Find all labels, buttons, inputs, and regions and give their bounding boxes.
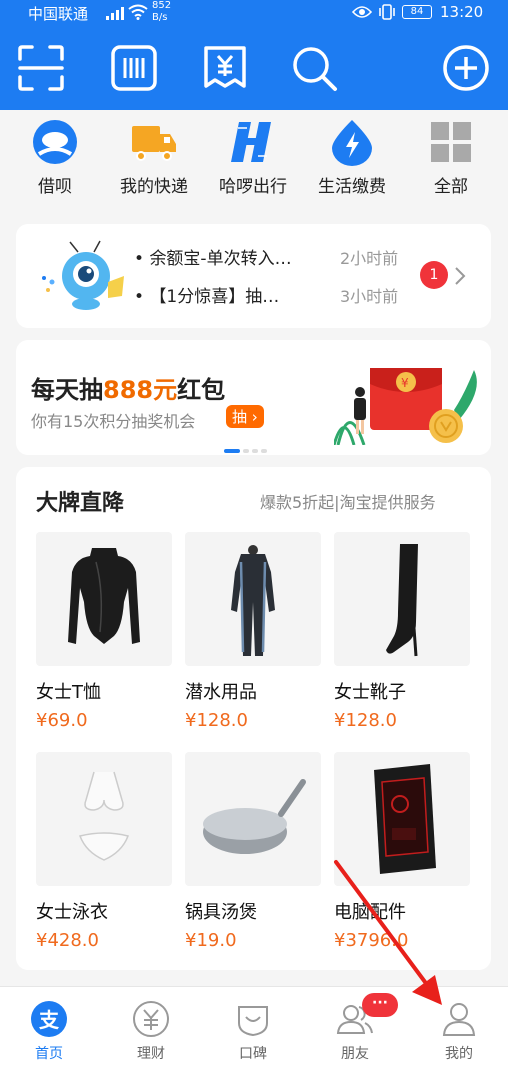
red-envelope-illustration: ¥	[334, 368, 477, 445]
tab-friends[interactable]: ··· 朋友	[320, 993, 398, 1063]
ant-mascot-icon	[42, 240, 124, 310]
lottery-subtitle: 你有15次积分抽奖机会	[31, 412, 196, 431]
notification-time-2: 3小时前	[340, 287, 399, 306]
boot-image	[386, 544, 418, 657]
svg-text:支: 支	[39, 1008, 60, 1032]
bikini-image	[79, 771, 129, 861]
chevron-right-icon[interactable]	[454, 266, 466, 286]
tab-koubei[interactable]: 口碑	[218, 999, 288, 1063]
collect-money-icon[interactable]	[201, 44, 249, 92]
eye-comfort-icon	[352, 6, 372, 18]
product-card[interactable]: 潜水用品 ¥128.0	[185, 532, 321, 731]
clock: 13:20	[440, 3, 484, 21]
wealth-yuan-icon	[133, 1001, 169, 1037]
svg-text:¥: ¥	[401, 376, 409, 390]
profile-icon	[442, 1003, 476, 1036]
quick-app-utility[interactable]: 生活缴费	[302, 118, 402, 197]
quick-app-delivery[interactable]: 我的快递	[104, 118, 204, 197]
signal-icon	[106, 7, 124, 20]
tab-mine[interactable]: 我的	[424, 999, 494, 1063]
quick-app-hellobike[interactable]: 哈啰出行	[203, 118, 303, 197]
search-icon[interactable]	[290, 44, 338, 92]
unread-badge: 1	[420, 261, 448, 289]
draw-button[interactable]: 抽 ›	[226, 405, 264, 428]
notification-time-1: 2小时前	[340, 249, 399, 268]
jiebei-icon	[33, 120, 77, 164]
bottom-tab-bar: 支 首页 理财 口碑 ··· 朋友 我的	[0, 986, 508, 1071]
notification-item-1[interactable]: • 余额宝-单次转入…	[134, 244, 292, 269]
wifi-icon	[128, 4, 148, 20]
alipay-home-icon: 支	[31, 1001, 67, 1037]
lottery-title: 每天抽888元红包	[31, 376, 226, 404]
top-toolbar	[0, 26, 508, 110]
product-card[interactable]: 女士泳衣 ¥428.0	[36, 752, 172, 951]
net-speed: 852 B/s	[152, 0, 172, 23]
product-image	[36, 752, 172, 886]
utility-payment-icon	[332, 120, 372, 166]
scan-icon[interactable]	[17, 44, 65, 92]
add-icon[interactable]	[442, 44, 490, 92]
wetsuit-image	[231, 545, 275, 656]
koubei-icon	[238, 1006, 268, 1037]
product-image	[334, 752, 470, 886]
lottery-banner[interactable]: 每天抽888元红包 你有15次积分抽奖机会 抽 › ¥	[16, 340, 491, 455]
tab-home[interactable]: 支 首页	[14, 999, 84, 1063]
status-bar: 中国联通 852 B/s 84 13:20	[0, 0, 508, 26]
product-card[interactable]: 女士T恤 ¥69.0	[36, 532, 172, 731]
section-title: 大牌直降	[36, 491, 125, 516]
notification-card[interactable]: • 余额宝-单次转入… 2小时前 • 【1分惊喜】抽… 3小时前 1	[16, 224, 491, 328]
carousel-indicator	[224, 438, 270, 457]
product-image	[36, 532, 172, 666]
all-grid-icon	[431, 122, 471, 162]
battery-icon: 84	[402, 5, 432, 19]
quick-apps: 借呗 我的快递 哈啰出行 生活缴费 全部	[0, 110, 508, 208]
brand-deals-section: 大牌直降 爆款5折起|淘宝提供服务 女士T恤 ¥69.0 潜水用品 ¥128.0	[16, 467, 491, 970]
hellobike-icon	[231, 122, 271, 162]
tab-wealth[interactable]: 理财	[116, 999, 186, 1063]
wok-image	[203, 779, 306, 854]
delivery-truck-icon	[132, 126, 176, 161]
product-card[interactable]: 锅具汤煲 ¥19.0	[185, 752, 321, 951]
product-image	[185, 532, 321, 666]
pay-code-icon[interactable]	[110, 44, 158, 92]
friends-badge: ···	[362, 993, 398, 1017]
notification-item-2[interactable]: • 【1分惊喜】抽…	[134, 282, 279, 307]
section-subtitle[interactable]: 爆款5折起|淘宝提供服务	[260, 489, 436, 513]
product-image	[185, 752, 321, 886]
pc-case-image	[374, 764, 436, 874]
quick-app-jiebei[interactable]: 借呗	[5, 118, 105, 197]
product-image	[334, 532, 470, 666]
quick-app-all[interactable]: 全部	[401, 118, 501, 197]
vibrate-icon	[379, 4, 395, 20]
product-card[interactable]: 电脑配件 ¥3796.0	[334, 752, 470, 951]
carrier-name: 中国联通	[28, 5, 89, 23]
bodysuit-image	[68, 548, 140, 644]
product-card[interactable]: 女士靴子 ¥128.0	[334, 532, 470, 731]
